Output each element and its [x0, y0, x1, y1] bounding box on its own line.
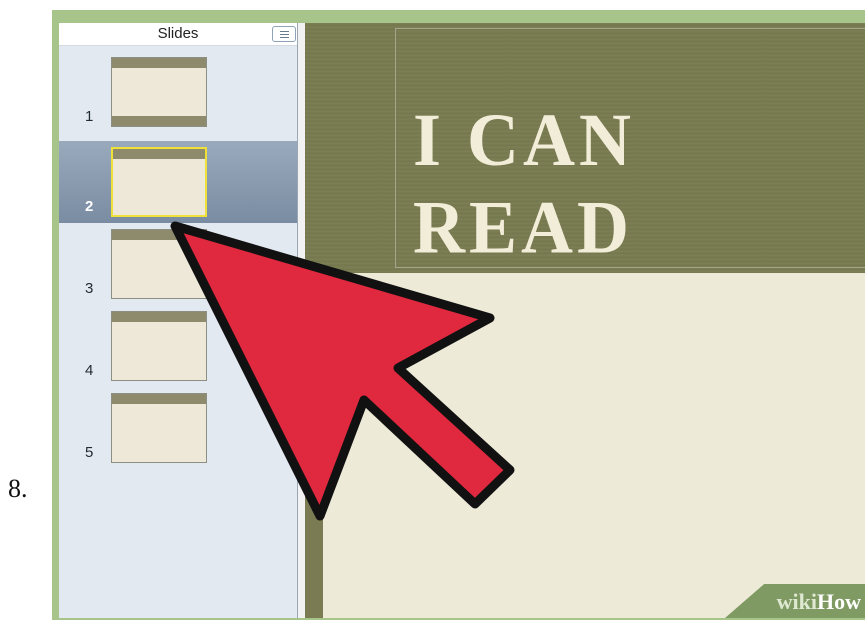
slide-thumbnail-4[interactable]: 4	[59, 305, 297, 387]
slide-thumbnail-1[interactable]: 1	[59, 51, 297, 133]
slide-canvas[interactable]: I CAN READ wikiHow	[305, 23, 865, 618]
watermark-suffix: How	[817, 589, 861, 614]
slide-preview	[111, 393, 207, 463]
slide-thumbnail-3[interactable]: 3	[59, 223, 297, 305]
list-icon[interactable]	[272, 26, 296, 42]
slide-number: 3	[85, 280, 94, 297]
slide-preview	[111, 147, 207, 217]
slide-number: 5	[85, 444, 94, 461]
slide-preview	[111, 311, 207, 381]
slide-title: I CAN READ	[413, 97, 636, 270]
slide-preview	[111, 57, 207, 127]
slides-sidebar: Slides 1 2 3 4 5	[59, 23, 298, 618]
slide-number: 1	[85, 108, 94, 125]
sidebar-splitter[interactable]	[298, 23, 305, 618]
step-number: 8.	[8, 474, 28, 503]
slide-number: 4	[85, 362, 94, 379]
slide-left-edge	[305, 285, 323, 618]
slide-number: 2	[85, 198, 94, 215]
sidebar-title: Slides	[59, 23, 297, 46]
slide-thumbnail-5[interactable]: 5	[59, 387, 297, 469]
app-window: Slides 1 2 3 4 5 I CAN READ wikiHow	[52, 10, 865, 620]
watermark-prefix: wiki	[776, 589, 817, 614]
slide-thumbnail-2[interactable]: 2	[59, 141, 297, 223]
torn-paper	[323, 273, 865, 618]
slide-preview	[111, 229, 207, 299]
